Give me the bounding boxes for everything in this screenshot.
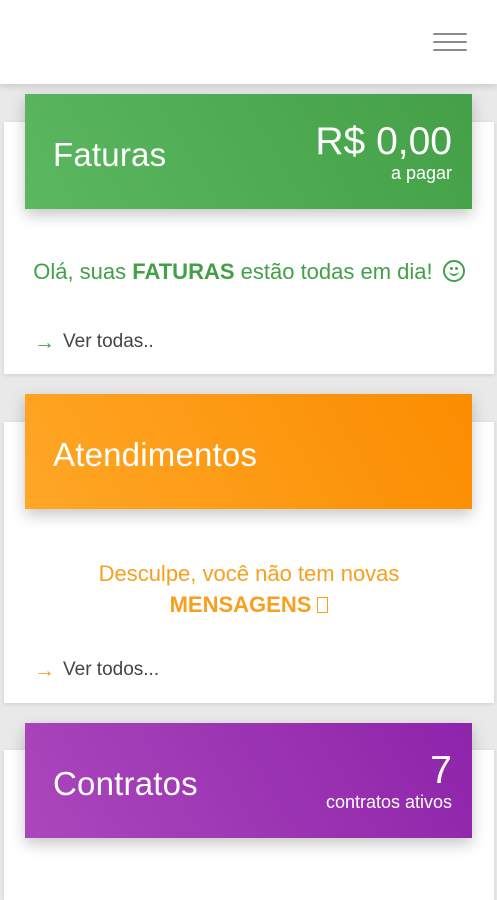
top-bar: [0, 0, 497, 84]
atendimentos-title: Atendimentos: [53, 436, 258, 473]
atendimentos-header: Atendimentos: [25, 394, 472, 509]
faturas-see-all-link[interactable]: → Ver todas..: [34, 331, 154, 353]
faturas-card: Faturas R$ 0,00 a pagar Olá, suas FATURA…: [4, 94, 494, 374]
arrow-right-icon: →: [34, 658, 55, 682]
faturas-see-all-label: Ver todas..: [63, 331, 154, 352]
contratos-title: Contratos: [53, 765, 198, 802]
faturas-header: Faturas R$ 0,00 a pagar: [25, 94, 472, 209]
atendimentos-message-highlight: MENSAGENS: [169, 592, 312, 617]
faturas-title: Faturas: [53, 136, 167, 173]
faturas-message: Olá, suas FATURAS estão todas em dia!: [4, 256, 494, 287]
atendimentos-see-all-link[interactable]: → Ver todos...: [34, 659, 159, 681]
faturas-message-suffix: estão todas em dia!: [234, 259, 433, 284]
smile-icon: [442, 260, 465, 282]
contratos-count-label: contratos ativos: [325, 792, 452, 812]
contratos-header: Contratos 7 contratos ativos: [25, 723, 472, 838]
contratos-count: 7: [430, 749, 452, 792]
atendimentos-message-line1: Desculpe, você não tem novas: [98, 561, 400, 586]
faturas-amount-label: a pagar: [390, 163, 452, 183]
hamburger-menu-icon[interactable]: [433, 30, 467, 54]
atendimentos-message: Desculpe, você não tem novas MENSAGENS: [4, 558, 494, 620]
atendimentos-card: Atendimentos Desculpe, você não tem nova…: [4, 394, 494, 703]
arrow-right-icon: →: [34, 330, 55, 354]
box-glyph-icon: [317, 597, 329, 613]
atendimentos-see-all-label: Ver todos...: [63, 659, 160, 680]
faturas-message-highlight: FATURAS: [132, 259, 235, 284]
faturas-message-prefix: Olá, suas: [33, 259, 133, 284]
faturas-amount: R$ 0,00: [315, 120, 452, 163]
contratos-card: Contratos 7 contratos ativos: [4, 723, 494, 900]
